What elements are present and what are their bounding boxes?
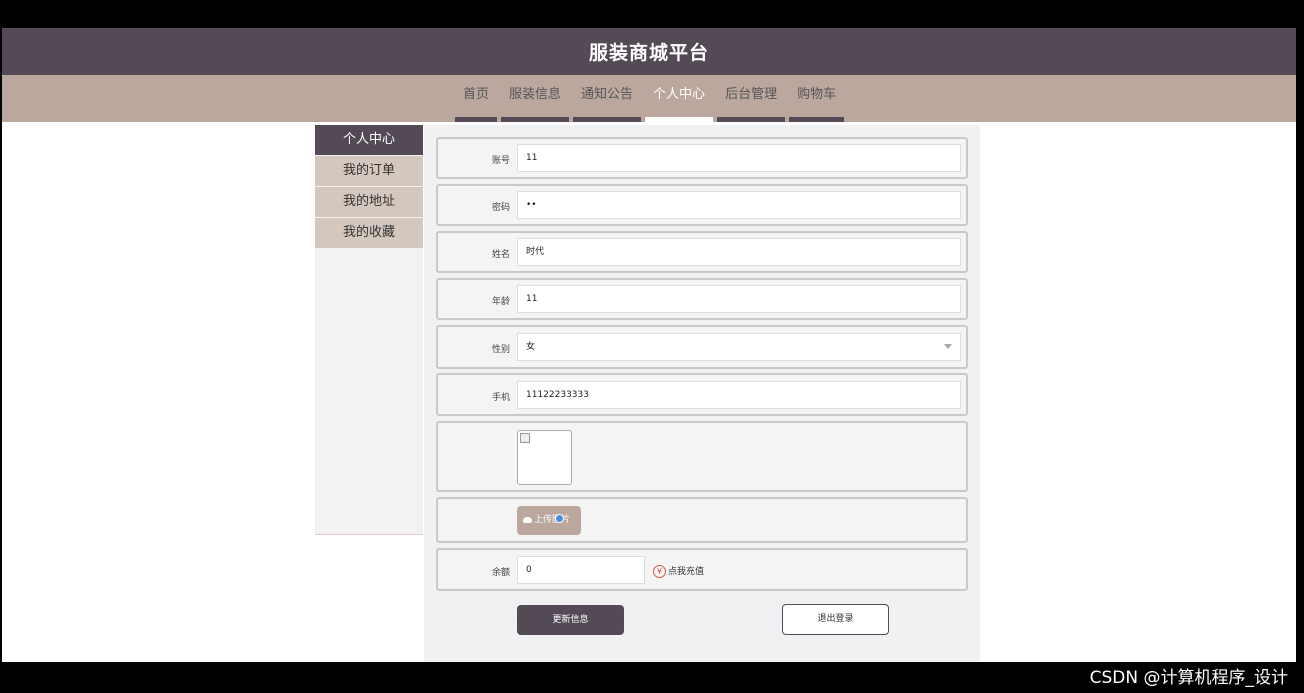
phone-label: 手机 <box>491 393 510 403</box>
browser-page: 服装商城平台 首页 服装信息 通知公告 个人中心 后台管理 购物车 个人中心 我… <box>2 28 1296 662</box>
gender-label: 性别 <box>491 345 510 355</box>
password-input[interactable]: •• <box>517 191 961 219</box>
name-input[interactable]: 时代 <box>517 238 961 266</box>
form-row-avatar-preview <box>436 421 968 492</box>
cursor-indicator-icon <box>555 514 564 523</box>
form-row-phone: 手机 11122233333 <box>436 373 968 416</box>
form-row-account: 账号 11 <box>436 137 968 179</box>
site-header: 服装商城平台 <box>2 28 1296 75</box>
nav-item-underline <box>645 117 714 122</box>
avatar-image-preview <box>517 430 572 485</box>
upload-button-label: 上传图片 <box>534 515 571 525</box>
sidebar-item-my-addresses[interactable]: 我的地址 <box>315 187 423 217</box>
account-label: 账号 <box>491 156 510 166</box>
name-label: 姓名 <box>491 250 510 260</box>
password-label: 密码 <box>491 203 510 213</box>
balance-input[interactable]: 0 <box>517 556 645 584</box>
nav-item-label: 购物车 <box>797 87 837 102</box>
form-row-balance: 余额 0 ¥ 点我充值 <box>436 548 968 591</box>
sidebar-item-my-orders[interactable]: 我的订单 <box>315 156 423 186</box>
nav-item-label: 个人中心 <box>653 87 706 102</box>
gender-select[interactable]: 女 <box>517 333 961 361</box>
upload-image-button[interactable]: 上传图片 <box>517 506 581 535</box>
phone-input[interactable]: 11122233333 <box>517 381 961 409</box>
age-label: 年龄 <box>491 297 510 307</box>
nav-item-underline <box>789 117 845 122</box>
recharge-link[interactable]: ¥ 点我充值 <box>653 564 704 578</box>
form-row-age: 年龄 11 <box>436 278 968 320</box>
form-row-password: 密码 •• <box>436 184 968 226</box>
age-input[interactable]: 11 <box>517 285 961 313</box>
form-row-name: 姓名 时代 <box>436 231 968 273</box>
cloud-upload-icon <box>523 516 532 523</box>
yen-icon: ¥ <box>653 565 666 578</box>
screen: 服装商城平台 首页 服装信息 通知公告 个人中心 后台管理 购物车 个人中心 我… <box>0 0 1304 693</box>
nav-item-label: 通知公告 <box>581 87 634 102</box>
nav-item-underline <box>455 117 498 122</box>
nav-item-admin[interactable]: 后台管理 <box>715 75 787 122</box>
nav-item-underline <box>501 117 570 122</box>
logout-button[interactable]: 退出登录 <box>782 604 889 635</box>
profile-form: 账号 11 密码 •• 姓名 时代 年龄 11 性别 女 手机 11122233… <box>424 125 980 662</box>
account-input[interactable]: 11 <box>517 144 961 172</box>
watermark: CSDN @计算机程序_设计 <box>1089 668 1288 688</box>
broken-image-icon <box>520 433 530 443</box>
sidebar-item-my-favorites[interactable]: 我的收藏 <box>315 218 423 248</box>
update-info-button[interactable]: 更新信息 <box>517 605 624 635</box>
nav-item-personal-center[interactable]: 个人中心 <box>643 75 715 122</box>
nav-item-underline <box>717 117 786 122</box>
site-title: 服装商城平台 <box>588 42 709 64</box>
chevron-down-icon <box>944 344 952 349</box>
recharge-label: 点我充值 <box>668 567 705 577</box>
balance-label: 余额 <box>491 568 510 578</box>
nav-item-label: 服装信息 <box>509 87 562 102</box>
nav-item-clothing-info[interactable]: 服装信息 <box>499 75 571 122</box>
nav-item-announcements[interactable]: 通知公告 <box>571 75 643 122</box>
form-row-gender: 性别 女 <box>436 325 968 369</box>
nav-item-cart[interactable]: 购物车 <box>787 75 846 122</box>
main-nav: 首页 服装信息 通知公告 个人中心 后台管理 购物车 <box>2 75 1296 122</box>
nav-item-label: 后台管理 <box>725 87 778 102</box>
nav-items: 首页 服装信息 通知公告 个人中心 后台管理 购物车 <box>453 75 846 122</box>
gender-selected-value: 女 <box>526 342 536 352</box>
nav-item-label: 首页 <box>463 87 490 102</box>
nav-item-underline <box>573 117 642 122</box>
sidebar-item-personal-center[interactable]: 个人中心 <box>315 125 423 155</box>
sidebar: 个人中心 我的订单 我的地址 我的收藏 <box>315 125 423 535</box>
nav-item-home[interactable]: 首页 <box>453 75 499 122</box>
form-row-upload: 上传图片 <box>436 497 968 543</box>
